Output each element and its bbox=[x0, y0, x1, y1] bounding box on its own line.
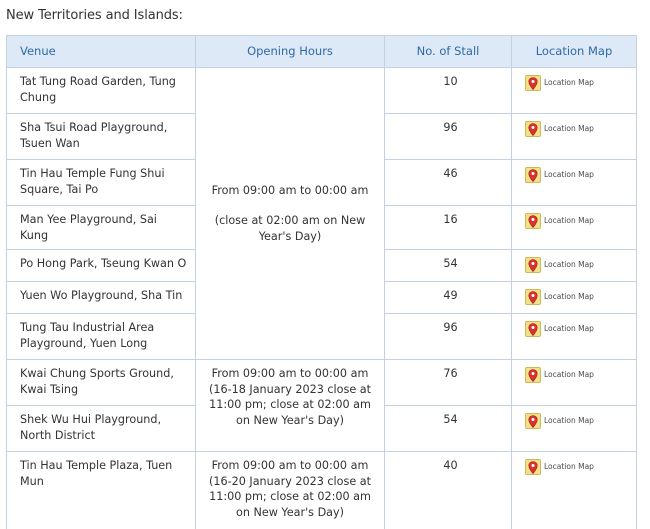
location-map-link[interactable]: Location Map bbox=[525, 413, 594, 429]
map-pin-icon bbox=[525, 167, 541, 183]
opening-hours-cell: From 09:00 am to 00:00 am (close at 02:00… bbox=[195, 67, 385, 360]
stall-count-cell: 96 bbox=[384, 113, 512, 160]
column-header-map: Location Map bbox=[511, 35, 637, 68]
venue-cell: Sha Tsui Road Playground, Tsuen Wan bbox=[6, 113, 196, 160]
stall-count-cell: 96 bbox=[384, 313, 512, 360]
map-pin-icon bbox=[525, 257, 541, 273]
map-pin-icon bbox=[525, 459, 541, 475]
map-pin-icon bbox=[525, 213, 541, 229]
column-header-stalls: No. of Stall bbox=[384, 35, 512, 68]
venue-cell: Tat Tung Road Garden, Tung Chung bbox=[6, 67, 196, 114]
location-map-link[interactable]: Location Map bbox=[525, 289, 594, 305]
opening-hours-note: (close at 02:00 am on New Year's Day) bbox=[214, 214, 366, 243]
location-map-cell: Location Map bbox=[511, 205, 637, 250]
stall-count-cell: 40 bbox=[384, 451, 512, 529]
location-map-label: Location Map bbox=[544, 462, 594, 472]
location-map-cell: Location Map bbox=[511, 281, 637, 314]
section-title: New Territories and Islands: bbox=[6, 8, 183, 23]
location-map-cell: Location Map bbox=[511, 249, 637, 282]
map-pin-icon bbox=[525, 367, 541, 383]
stall-count-cell: 54 bbox=[384, 249, 512, 282]
location-map-cell: Location Map bbox=[511, 67, 637, 114]
venue-cell: Tin Hau Temple Plaza, Tuen Mun bbox=[6, 451, 196, 529]
venue-cell: Tung Tau Industrial Area Playground, Yue… bbox=[6, 313, 196, 360]
map-pin-icon bbox=[525, 321, 541, 337]
table-header-row: Venue Opening Hours No. of Stall Locatio… bbox=[6, 35, 637, 68]
location-map-label: Location Map bbox=[544, 324, 594, 334]
opening-hours-text: From 09:00 am to 00:00 am (16-20 January… bbox=[208, 459, 372, 519]
location-map-link[interactable]: Location Map bbox=[525, 75, 594, 91]
venue-cell: Yuen Wo Playground, Sha Tin bbox=[6, 281, 196, 314]
venue-cell: Man Yee Playground, Sai Kung bbox=[6, 205, 196, 250]
location-map-label: Location Map bbox=[544, 124, 594, 134]
location-map-link[interactable]: Location Map bbox=[525, 121, 594, 137]
location-map-link[interactable]: Location Map bbox=[525, 257, 594, 273]
column-header-venue: Venue bbox=[6, 35, 196, 68]
column-header-hours: Opening Hours bbox=[195, 35, 385, 68]
location-map-cell: Location Map bbox=[511, 359, 637, 406]
location-map-label: Location Map bbox=[544, 170, 594, 180]
location-map-cell: Location Map bbox=[511, 113, 637, 160]
location-map-link[interactable]: Location Map bbox=[525, 213, 594, 229]
opening-hours-cell: From 09:00 am to 00:00 am (16-20 January… bbox=[195, 451, 385, 529]
venue-cell: Shek Wu Hui Playground, North District bbox=[6, 405, 196, 452]
opening-hours-text: From 09:00 am to 00:00 am bbox=[211, 183, 369, 197]
map-pin-icon bbox=[525, 75, 541, 91]
map-pin-icon bbox=[525, 289, 541, 305]
location-map-cell: Location Map bbox=[511, 405, 637, 452]
map-pin-icon bbox=[525, 121, 541, 137]
stall-count-cell: 46 bbox=[384, 159, 512, 206]
venue-cell: Po Hong Park, Tseung Kwan O bbox=[6, 249, 196, 282]
location-map-label: Location Map bbox=[544, 416, 594, 426]
location-map-label: Location Map bbox=[544, 78, 594, 88]
table-row: Tin Hau Temple Plaza, Tuen Mun From 09:00… bbox=[6, 451, 637, 529]
venues-table: Venue Opening Hours No. of Stall Locatio… bbox=[6, 35, 637, 529]
location-map-label: Location Map bbox=[544, 260, 594, 270]
location-map-link[interactable]: Location Map bbox=[525, 321, 594, 337]
stall-count-cell: 16 bbox=[384, 205, 512, 250]
location-map-link[interactable]: Location Map bbox=[525, 367, 594, 383]
location-map-label: Location Map bbox=[544, 292, 594, 302]
stall-count-cell: 49 bbox=[384, 281, 512, 314]
opening-hours-cell: From 09:00 am to 00:00 am (16-18 January… bbox=[195, 359, 385, 452]
location-map-label: Location Map bbox=[544, 216, 594, 226]
venue-cell: Kwai Chung Sports Ground, Kwai Tsing bbox=[6, 359, 196, 406]
location-map-link[interactable]: Location Map bbox=[525, 167, 594, 183]
stall-count-cell: 10 bbox=[384, 67, 512, 114]
map-pin-icon bbox=[525, 413, 541, 429]
table-row: Kwai Chung Sports Ground, Kwai Tsing From… bbox=[6, 359, 637, 452]
stall-count-cell: 54 bbox=[384, 405, 512, 452]
stall-count-cell: 76 bbox=[384, 359, 512, 406]
table-row: Tat Tung Road Garden, Tung Chung From 09:… bbox=[6, 67, 637, 360]
venue-cell: Tin Hau Temple Fung Shui Square, Tai Po bbox=[6, 159, 196, 206]
location-map-cell: Location Map bbox=[511, 159, 637, 206]
location-map-cell: Location Map bbox=[511, 451, 637, 529]
location-map-label: Location Map bbox=[544, 370, 594, 380]
location-map-cell: Location Map bbox=[511, 313, 637, 360]
location-map-link[interactable]: Location Map bbox=[525, 459, 594, 475]
opening-hours-text: From 09:00 am to 00:00 am (16-18 January… bbox=[208, 367, 372, 427]
